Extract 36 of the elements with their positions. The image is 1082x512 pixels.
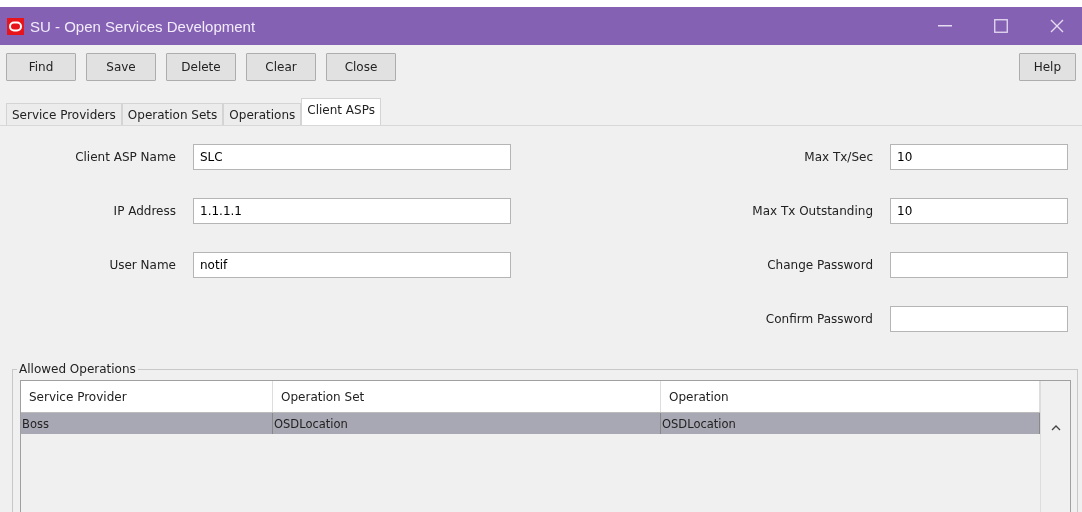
- password-field[interactable]: [890, 306, 1068, 332]
- field-label: Client ASP Name: [74, 150, 176, 164]
- input-field[interactable]: SLC: [193, 144, 511, 170]
- field-label: Confirm Password: [764, 312, 873, 326]
- maximize-icon[interactable]: [994, 19, 1008, 33]
- input-field[interactable]: 1.1.1.1: [193, 198, 511, 224]
- group-title: Allowed Operations: [18, 362, 137, 376]
- password-field[interactable]: [890, 252, 1068, 278]
- toolbar-button[interactable]: Clear: [246, 53, 316, 81]
- tab[interactable]: Operation Sets: [121, 103, 224, 125]
- column-header[interactable]: Operation Set: [273, 381, 661, 412]
- app-logo-icon: [7, 17, 24, 35]
- tab[interactable]: Service Providers: [6, 103, 122, 125]
- table-row[interactable]: Boss OSDLocation OSDLocation: [21, 413, 1040, 434]
- field-label: IP Address: [112, 204, 176, 218]
- field-label: Max Tx Outstanding: [751, 204, 873, 218]
- close-icon[interactable]: [1050, 19, 1064, 33]
- toolbar-button[interactable]: Close: [326, 53, 396, 81]
- input-field[interactable]: 10: [890, 144, 1068, 170]
- field-label: User Name: [108, 258, 176, 272]
- scroll-up-icon[interactable]: [1050, 425, 1061, 431]
- toolbar-button[interactable]: Find: [6, 53, 76, 81]
- input-field[interactable]: 10: [890, 198, 1068, 224]
- window-title: SU - Open Services Development: [30, 17, 256, 35]
- help-button[interactable]: Help: [1018, 53, 1076, 81]
- field-label: Change Password: [766, 258, 873, 272]
- input-field[interactable]: notif: [193, 252, 511, 278]
- minimize-icon[interactable]: [938, 25, 952, 27]
- tab[interactable]: Operations: [223, 103, 302, 125]
- tab[interactable]: Client ASPs: [301, 98, 381, 125]
- toolbar-button[interactable]: Save: [86, 53, 156, 81]
- field-label: Max Tx/Sec: [803, 150, 873, 164]
- column-header[interactable]: Service Provider: [21, 381, 273, 412]
- table-cell: Boss: [21, 413, 273, 434]
- table-cell: OSDLocation: [273, 413, 661, 434]
- toolbar-button[interactable]: Delete: [166, 53, 236, 81]
